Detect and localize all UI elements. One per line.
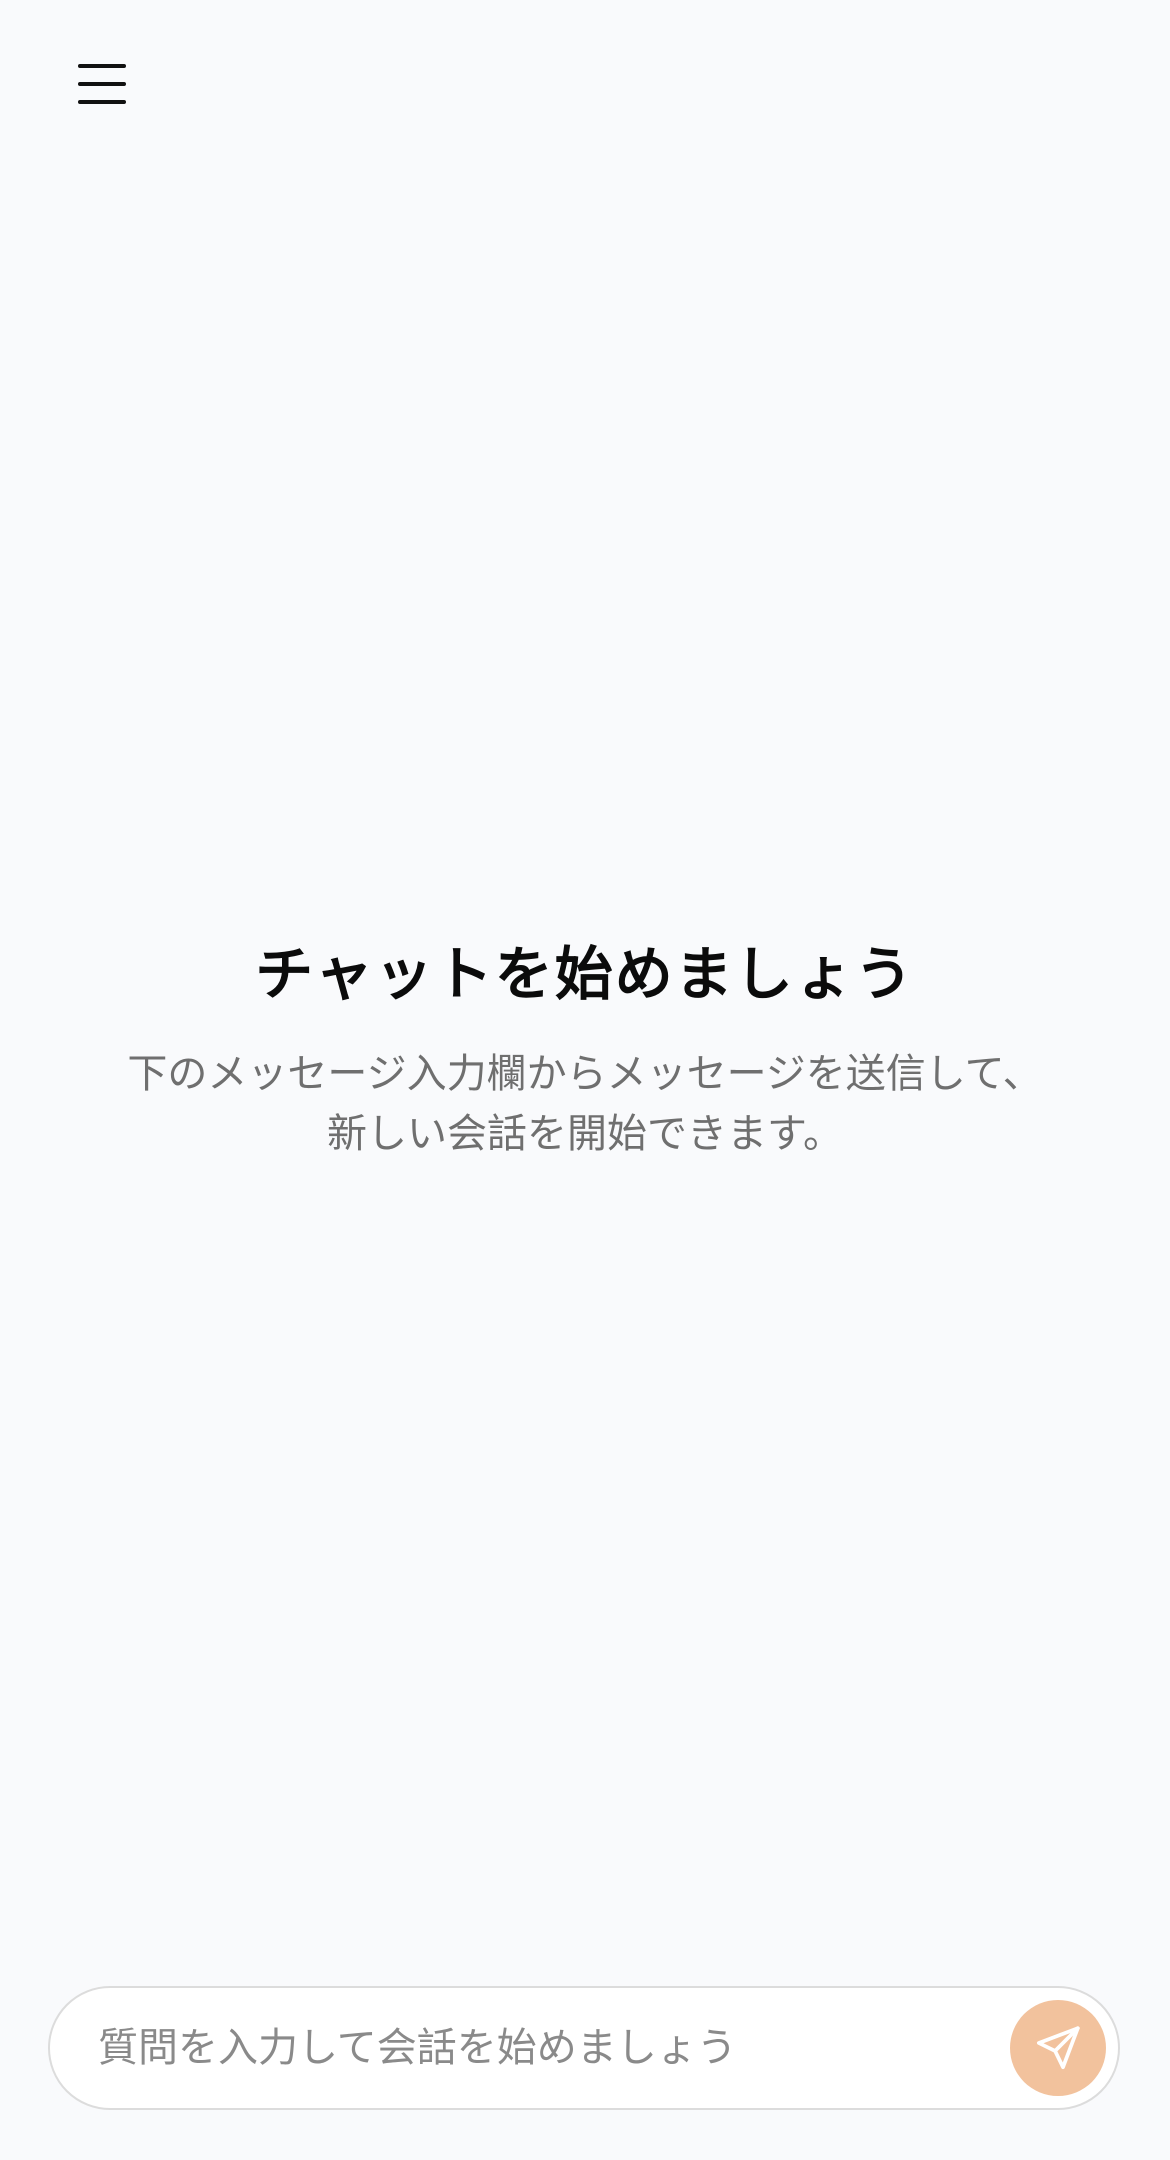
empty-state-subtitle-line2: 新しい会話を開始できます。	[327, 1110, 843, 1157]
empty-state-title: チャットを始めましょう	[255, 940, 915, 1008]
empty-state: チャットを始めましょう 下のメッセージ入力欄からメッセージを送信して、 新しい会…	[60, 940, 1110, 1164]
menu-button[interactable]	[72, 56, 132, 112]
message-input[interactable]	[98, 2008, 1010, 2088]
send-icon	[1036, 2026, 1080, 2070]
empty-state-subtitle-line1: 下のメッセージ入力欄からメッセージを送信して、	[127, 1050, 1043, 1097]
empty-state-subtitle: 下のメッセージ入力欄からメッセージを送信して、 新しい会話を開始できます。	[105, 1044, 1065, 1164]
message-composer	[48, 1986, 1120, 2110]
hamburger-menu-icon	[78, 64, 126, 104]
send-button[interactable]	[1010, 2000, 1106, 2096]
